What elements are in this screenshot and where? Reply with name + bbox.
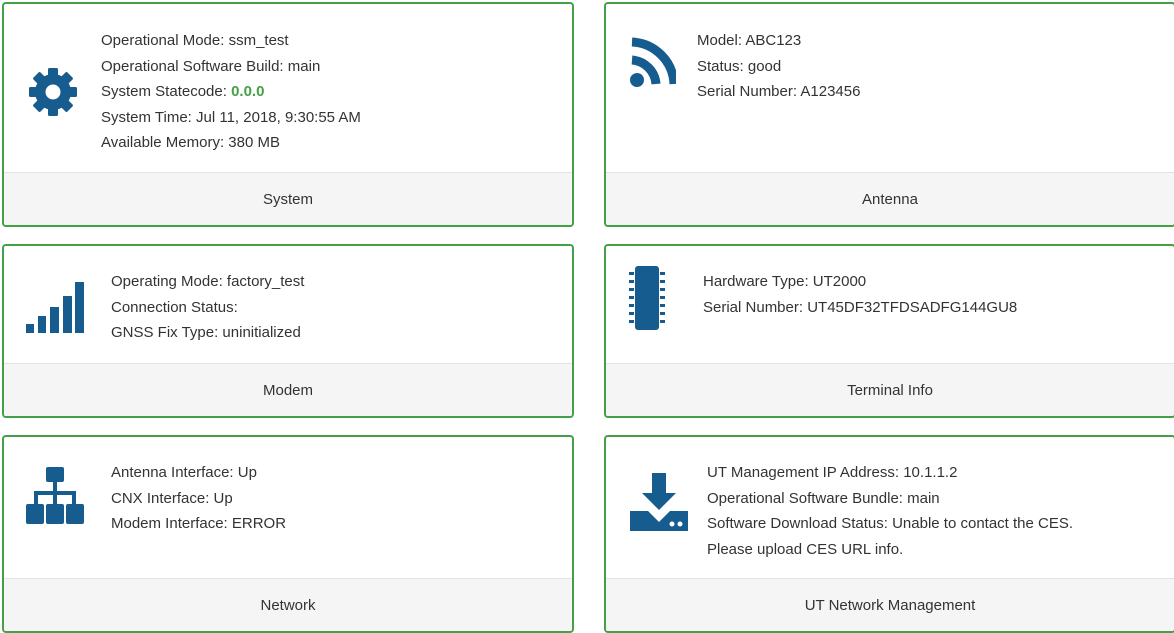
modem-card: Operating Mode: factory_test Connection … xyxy=(2,244,574,418)
operating-mode: Operating Mode: factory_test xyxy=(111,273,305,290)
signal-bars-icon xyxy=(26,279,84,335)
antenna-serial-number: Serial Number: A123456 xyxy=(697,83,861,100)
terminal-serial-number: Serial Number: UT45DF32TFDSADFG144GU8 xyxy=(703,298,1018,316)
upload-ces-url-note: Please upload CES URL info. xyxy=(707,540,904,558)
terminal-details: Hardware Type: UT2000 Serial Number: UT4… xyxy=(703,269,1017,320)
antenna-details: Model: ABC123 Status: good Serial Number… xyxy=(697,28,860,105)
software-bundle: Operational Software Bundle: main xyxy=(707,489,940,507)
statecode-value: 0.0.0 xyxy=(231,83,265,100)
ut-network-details: UT Management IP Address: 10.1.1.2 Opera… xyxy=(707,460,1073,562)
software-download-status: Software Download Status: Unable to cont… xyxy=(707,515,1074,532)
ut-network-management-card: UT Management IP Address: 10.1.1.2 Opera… xyxy=(604,435,1174,633)
system-details: Operational Mode: ssm_test Operational S… xyxy=(101,28,361,156)
chip-icon xyxy=(627,266,667,330)
network-footer-link[interactable]: Network xyxy=(4,578,572,631)
antenna-card: Model: ABC123 Status: good Serial Number… xyxy=(604,2,1174,227)
connection-status: Connection Status: xyxy=(111,298,238,316)
modem-footer-link[interactable]: Modem xyxy=(4,363,572,416)
hardware-type: Hardware Type: UT2000 xyxy=(703,273,867,290)
operational-mode: Operational Mode: ssm_test xyxy=(101,32,289,49)
ut-network-management-footer-link[interactable]: UT Network Management xyxy=(606,578,1174,631)
system-footer-link[interactable]: System xyxy=(4,172,572,225)
system-time: System Time: Jul 11, 2018, 9:30:55 AM xyxy=(101,108,361,126)
system-statecode: System Statecode: 0.0.0 xyxy=(101,79,361,105)
download-icon xyxy=(628,473,690,533)
antenna-status: Status: good xyxy=(697,57,782,75)
gear-icon xyxy=(25,64,81,120)
modem-interface: Modem Interface: ERROR xyxy=(111,515,287,532)
antenna-interface: Antenna Interface: Up xyxy=(111,464,257,481)
cnx-interface: CNX Interface: Up xyxy=(111,489,233,507)
software-build: Operational Software Build: main xyxy=(101,57,321,75)
available-memory: Available Memory: 380 MB xyxy=(101,134,280,151)
gnss-fix-type: GNSS Fix Type: uninitialized xyxy=(111,324,301,341)
network-tree-icon xyxy=(26,467,84,525)
system-card: Operational Mode: ssm_test Operational S… xyxy=(2,2,574,227)
network-details: Antenna Interface: Up CNX Interface: Up … xyxy=(111,460,286,537)
ut-management-ip: UT Management IP Address: 10.1.1.2 xyxy=(707,464,958,481)
terminal-info-footer-link[interactable]: Terminal Info xyxy=(606,363,1174,416)
antenna-footer-link[interactable]: Antenna xyxy=(606,172,1174,225)
rss-icon xyxy=(628,34,676,90)
statecode-label: System Statecode: xyxy=(101,83,232,100)
antenna-model: Model: ABC123 xyxy=(697,32,802,49)
modem-details: Operating Mode: factory_test Connection … xyxy=(111,269,304,346)
terminal-info-card: Hardware Type: UT2000 Serial Number: UT4… xyxy=(604,244,1174,418)
network-card: Antenna Interface: Up CNX Interface: Up … xyxy=(2,435,574,633)
